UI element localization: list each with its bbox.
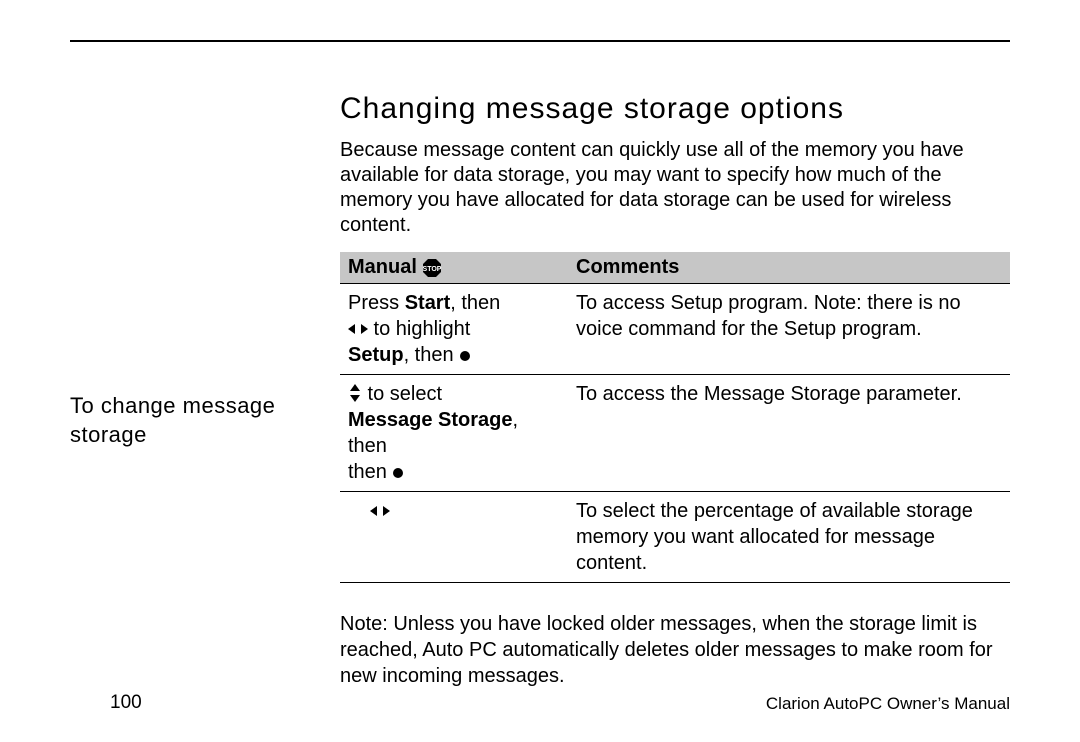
page-number: 100 bbox=[110, 692, 142, 714]
manual-cell: to select Message Storage, then then bbox=[340, 375, 568, 492]
table-row: Press Start, then to highlight Setup, th… bbox=[340, 284, 1010, 375]
footer-source: Clarion AutoPC Owner’s Manual bbox=[766, 694, 1010, 714]
up-down-arrow-icon bbox=[348, 384, 362, 406]
page-footer: 100 Clarion AutoPC Owner’s Manual bbox=[110, 692, 1010, 714]
comment-cell: To access Setup program. Note: there is … bbox=[568, 284, 1010, 375]
left-right-arrow-icon bbox=[348, 320, 368, 340]
manual-cell bbox=[340, 492, 568, 583]
note-paragraph: Note: Unless you have locked older messa… bbox=[340, 611, 1010, 689]
col-comments-header: Comments bbox=[568, 252, 1010, 284]
table-row: To select the percentage of available st… bbox=[340, 492, 1010, 583]
col-manual-label: Manual bbox=[348, 256, 417, 278]
left-right-arrow-icon bbox=[370, 502, 390, 522]
enter-dot-icon bbox=[459, 346, 471, 366]
enter-dot-icon bbox=[392, 463, 404, 483]
intro-paragraph: Because message content can quickly use … bbox=[340, 138, 1010, 238]
stop-icon: STOP bbox=[422, 258, 442, 278]
page-title: Changing message storage options bbox=[340, 92, 1010, 126]
side-caption-line1: To change message bbox=[70, 393, 275, 418]
side-caption-line2: storage bbox=[70, 422, 147, 447]
side-caption: To change message storage bbox=[70, 92, 340, 449]
top-rule bbox=[70, 40, 1010, 42]
col-manual-header: Manual STOP bbox=[340, 252, 568, 284]
comment-cell: To select the percentage of available st… bbox=[568, 492, 1010, 583]
comment-cell: To access the Message Storage parameter. bbox=[568, 375, 1010, 492]
manual-cell: Press Start, then to highlight Setup, th… bbox=[340, 284, 568, 375]
table-row: to select Message Storage, then then To … bbox=[340, 375, 1010, 492]
instruction-table: Manual STOP Comments bbox=[340, 252, 1010, 583]
svg-text:STOP: STOP bbox=[423, 266, 442, 273]
